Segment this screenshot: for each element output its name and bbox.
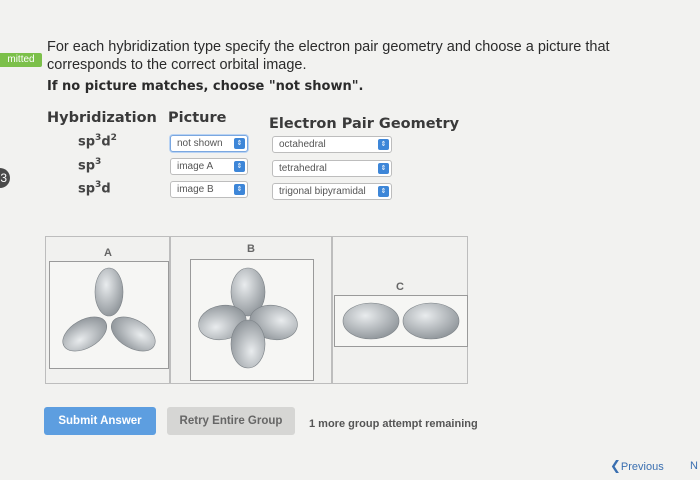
image-c-frame — [334, 295, 468, 347]
image-b-panel: B — [170, 236, 332, 384]
question-text: For each hybridization type specify the … — [47, 38, 677, 96]
hybridization-sp3d: sp3d — [78, 180, 111, 197]
picture-select-sp3[interactable]: image A ⇕ — [170, 158, 248, 175]
hybridization-sp3: sp3 — [78, 157, 102, 174]
select-arrow-icon: ⇕ — [378, 186, 389, 197]
tetrahedral-orbital-image — [198, 267, 298, 369]
attempts-remaining-text: 1 more group attempt remaining — [309, 418, 478, 430]
image-a-label: A — [104, 247, 112, 259]
next-button-partial[interactable]: N — [690, 460, 698, 472]
image-b-label: B — [247, 243, 255, 255]
header-picture: Picture — [168, 110, 227, 126]
trigonal-planar-orbital-image — [62, 267, 156, 352]
previous-button[interactable]: ❮Previous — [610, 458, 664, 474]
geometry-select-sp3d[interactable]: trigonal bipyramidal ⇕ — [272, 183, 392, 200]
picture-select-sp3d2[interactable]: not shown ⇕ — [170, 135, 248, 152]
hybridization-sp3d2: sp3d2 — [78, 133, 117, 150]
linear-orbital-image — [342, 302, 460, 340]
question-note: If no picture matches, choose "not shown… — [47, 79, 364, 94]
geometry-select-sp3d2[interactable]: octahedral ⇕ — [272, 136, 392, 153]
status-tag: mitted — [0, 53, 42, 67]
question-instructions: For each hybridization type specify the … — [47, 39, 610, 73]
image-a-panel: A — [45, 236, 170, 384]
submit-answer-button[interactable]: Submit Answer — [44, 407, 156, 435]
picture-select-sp3d[interactable]: image B ⇕ — [170, 181, 248, 198]
geometry-select-sp3[interactable]: tetrahedral ⇕ — [272, 160, 392, 177]
image-c-label: C — [396, 281, 404, 293]
select-arrow-icon: ⇕ — [378, 139, 389, 150]
select-arrow-icon: ⇕ — [234, 184, 245, 195]
image-a-frame — [49, 261, 169, 369]
header-geometry: Electron Pair Geometry — [269, 116, 460, 132]
select-arrow-icon: ⇕ — [234, 138, 245, 149]
retry-group-button[interactable]: Retry Entire Group — [167, 407, 295, 435]
select-arrow-icon: ⇕ — [234, 161, 245, 172]
header-hybridization: Hybridization — [47, 110, 157, 126]
chevron-left-icon: ❮ — [610, 458, 621, 473]
question-number-badge[interactable]: 3 — [0, 168, 10, 188]
image-c-panel: C — [332, 236, 468, 384]
image-b-frame — [190, 259, 314, 381]
select-arrow-icon: ⇕ — [378, 163, 389, 174]
